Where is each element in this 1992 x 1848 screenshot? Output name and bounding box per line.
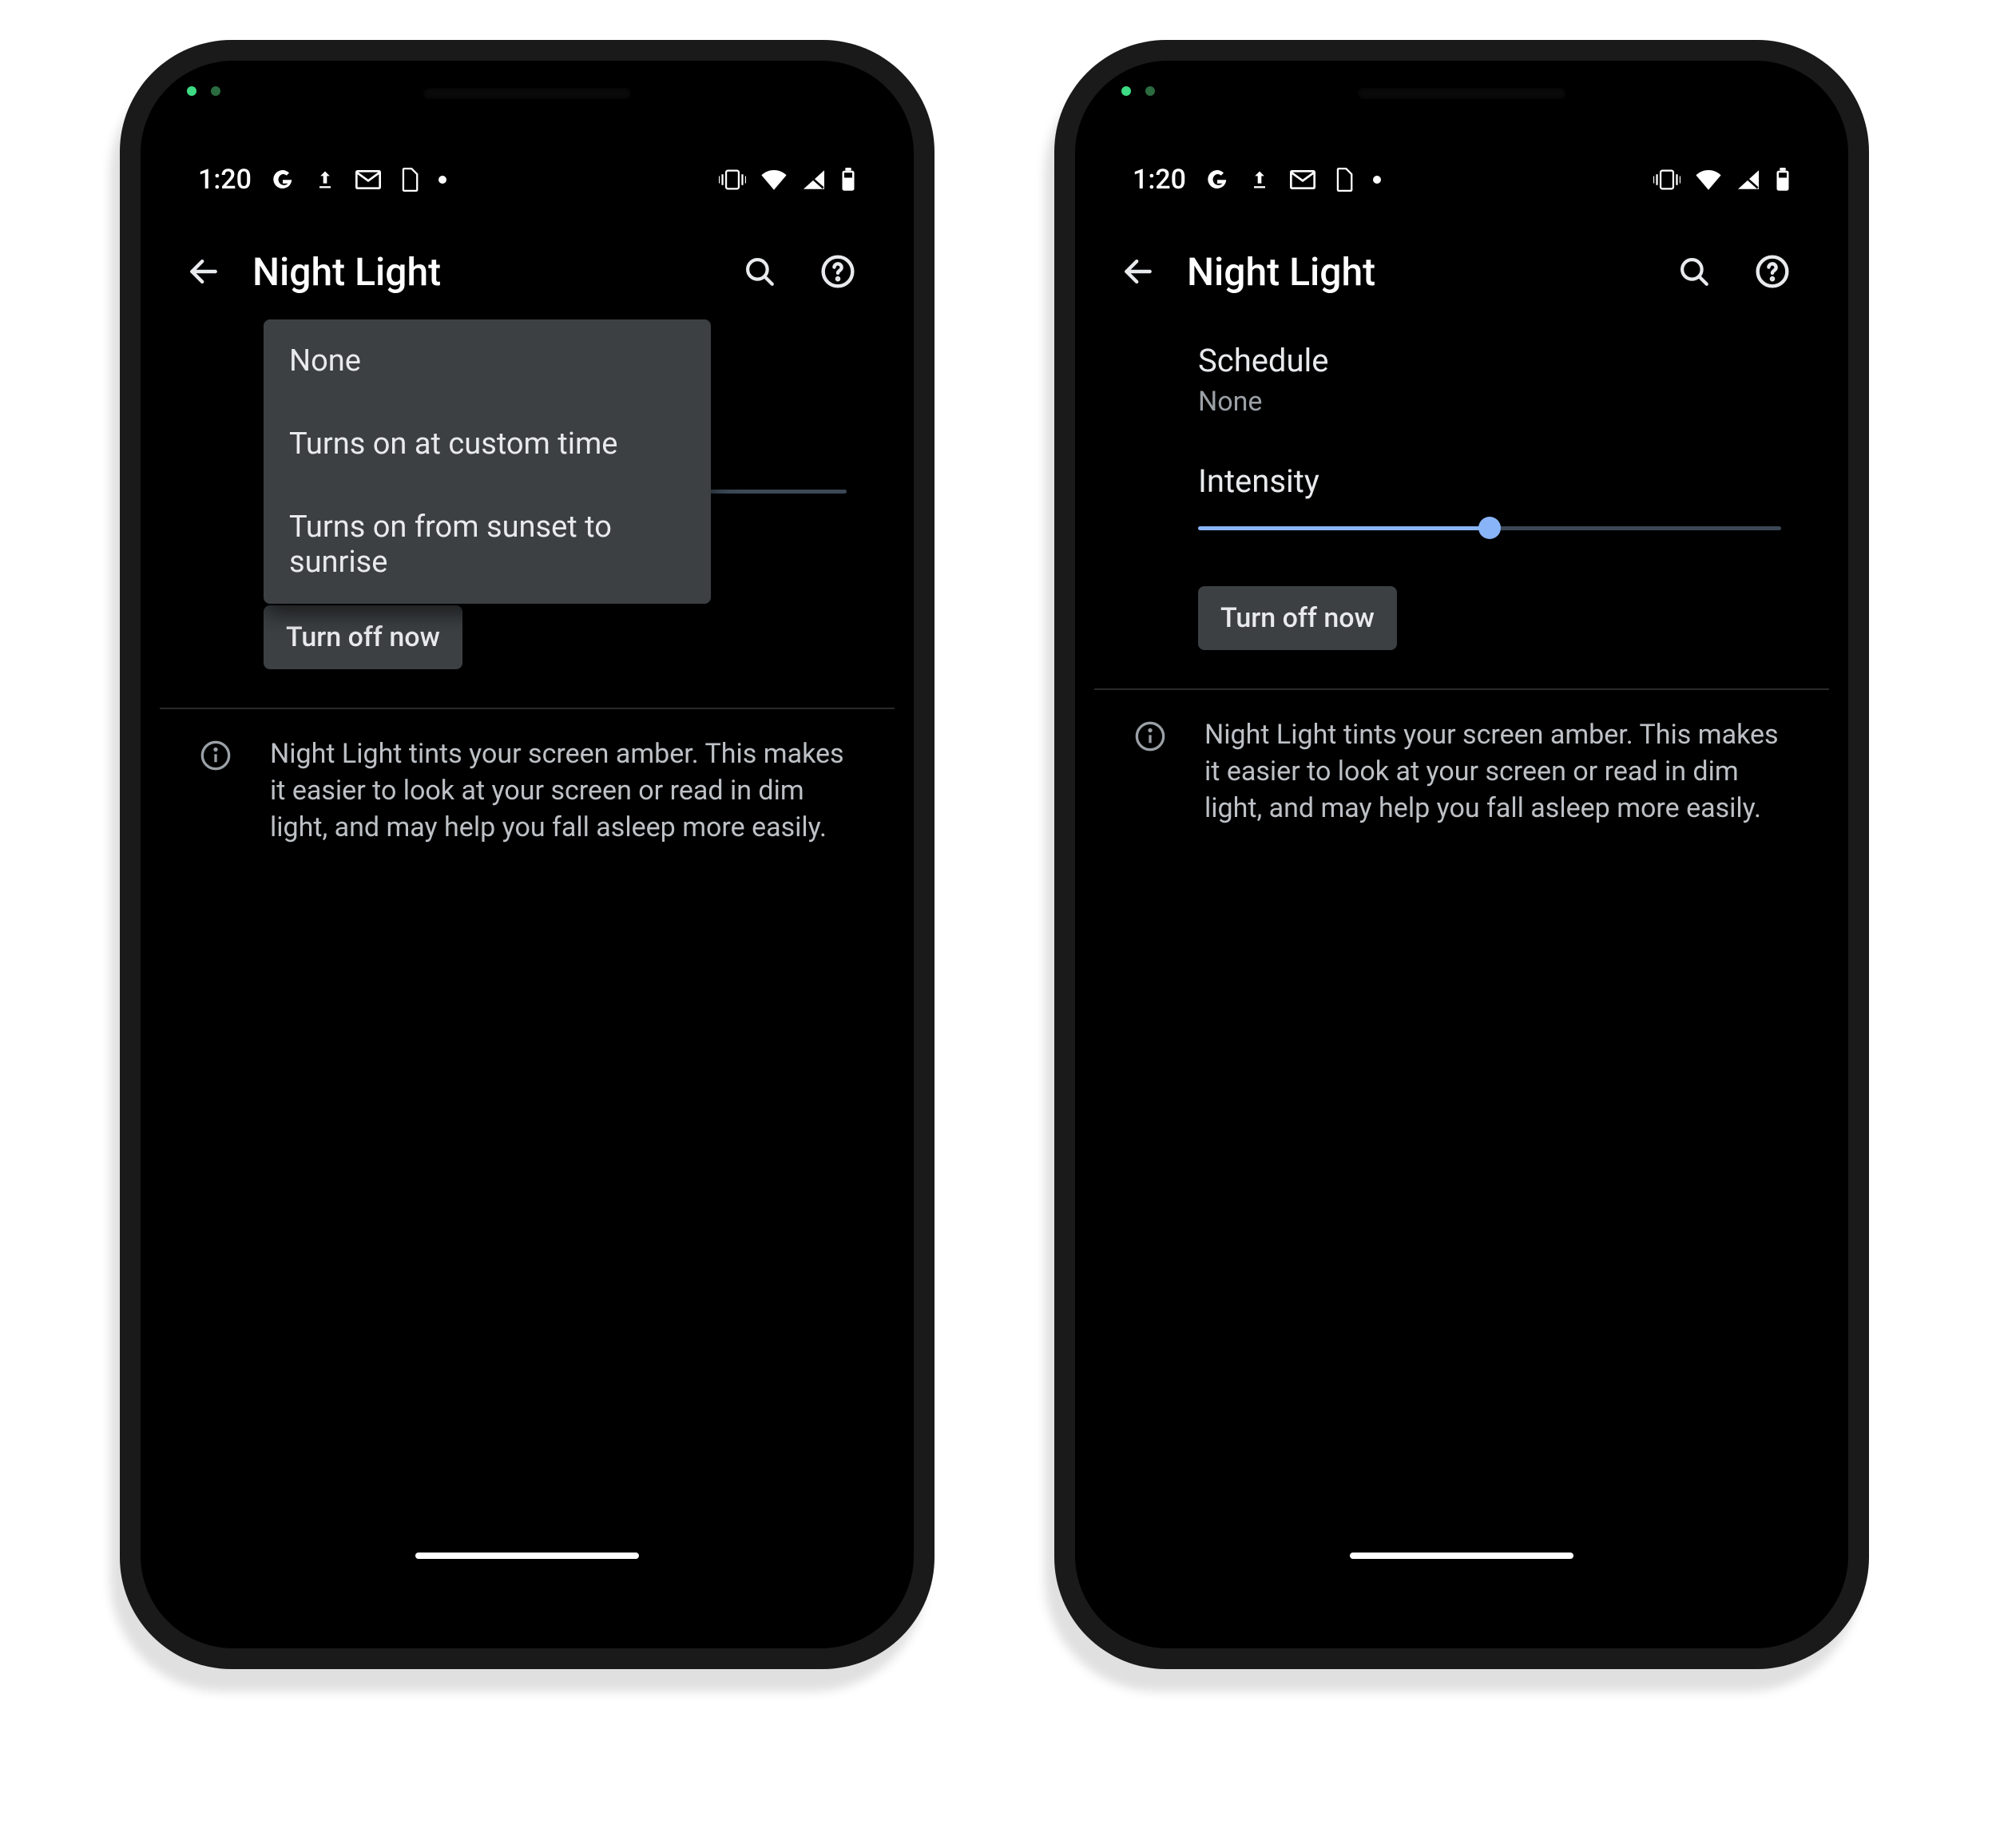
wifi-icon xyxy=(1695,169,1722,190)
led-dim xyxy=(211,86,220,96)
menu-option-custom[interactable]: Turns on at custom time xyxy=(264,403,711,486)
phone-mock-right: 1:20 xyxy=(1054,40,1869,1669)
intensity-label: Intensity xyxy=(1198,462,1781,500)
signal-icon xyxy=(1736,169,1760,190)
phone-earpiece xyxy=(423,88,631,99)
search-button[interactable] xyxy=(724,236,796,307)
screen: 1:20 xyxy=(160,136,895,1573)
phone-leds xyxy=(1121,86,1155,96)
help-button[interactable] xyxy=(802,236,874,307)
schedule-value: None xyxy=(1198,386,1781,418)
vibrate-icon xyxy=(719,169,746,191)
info-row: Night Light tints your screen amber. Thi… xyxy=(1094,690,1829,855)
page-title: Night Light xyxy=(252,249,441,295)
status-bar: 1:20 xyxy=(160,136,895,224)
wifi-icon xyxy=(760,169,788,190)
app-header: Night Light xyxy=(160,224,895,319)
phone-leds xyxy=(187,86,220,96)
phone-mock-left: 1:20 xyxy=(120,40,934,1669)
nav-pill[interactable] xyxy=(1350,1553,1573,1559)
info-icon xyxy=(184,736,248,771)
battery-icon xyxy=(840,168,856,192)
menu-option-sunset[interactable]: Turns on from sunset to sunrise xyxy=(264,486,711,604)
back-button[interactable] xyxy=(168,236,240,307)
action-row: Turn off now xyxy=(1094,572,1829,682)
status-right xyxy=(1653,168,1791,192)
status-right xyxy=(719,168,856,192)
intensity-slider[interactable] xyxy=(1198,516,1781,540)
back-button[interactable] xyxy=(1102,236,1174,307)
turn-off-button[interactable]: Turn off now xyxy=(1198,586,1397,650)
schedule-label: Schedule xyxy=(1198,342,1781,379)
phone-earpiece xyxy=(1358,88,1565,99)
schedule-menu: None Turns on at custom time Turns on fr… xyxy=(264,319,711,604)
content-area: None Turns on at custom time Turns on fr… xyxy=(160,319,895,1573)
slider-thumb[interactable] xyxy=(1478,517,1501,539)
upload-icon xyxy=(314,168,336,192)
phone-frame: 1:20 xyxy=(1054,40,1869,1669)
dot-icon xyxy=(438,176,446,184)
led-dim xyxy=(1145,86,1155,96)
intensity-slider-wrap xyxy=(1094,508,1829,572)
nav-pill[interactable] xyxy=(415,1553,639,1559)
phone-frame: 1:20 xyxy=(120,40,934,1669)
screen: 1:20 xyxy=(1094,136,1829,1573)
upload-icon xyxy=(1248,168,1271,192)
help-button[interactable] xyxy=(1736,236,1808,307)
content-area: Schedule None Intensity Turn off now xyxy=(1094,319,1829,1573)
sim-icon xyxy=(1335,168,1354,192)
search-button[interactable] xyxy=(1658,236,1730,307)
gmail-icon xyxy=(355,169,381,190)
vibrate-icon xyxy=(1653,169,1681,191)
led-green xyxy=(1121,86,1131,96)
app-header: Night Light xyxy=(1094,224,1829,319)
info-text: Night Light tints your screen amber. Thi… xyxy=(270,736,847,847)
led-green xyxy=(187,86,196,96)
schedule-setting[interactable]: Schedule None xyxy=(1094,319,1829,440)
menu-option-none[interactable]: None xyxy=(264,319,711,403)
page-title: Night Light xyxy=(1187,249,1375,295)
sim-icon xyxy=(400,168,419,192)
dot-icon xyxy=(1373,176,1381,184)
battery-icon xyxy=(1775,168,1791,192)
google-icon xyxy=(1205,168,1229,192)
intensity-setting: Intensity xyxy=(1094,440,1829,508)
info-text: Night Light tints your screen amber. Thi… xyxy=(1204,717,1781,827)
gmail-icon xyxy=(1290,169,1315,190)
status-left: 1:20 xyxy=(1133,164,1381,196)
status-time: 1:20 xyxy=(198,164,252,196)
slider-fill xyxy=(1198,526,1490,530)
signal-icon xyxy=(802,169,826,190)
status-bar: 1:20 xyxy=(1094,136,1829,224)
info-row: Night Light tints your screen amber. Thi… xyxy=(160,709,895,874)
action-row: Turn off now xyxy=(160,591,895,701)
status-left: 1:20 xyxy=(198,164,446,196)
turn-off-button[interactable]: Turn off now xyxy=(264,605,462,669)
info-icon xyxy=(1118,717,1182,752)
google-icon xyxy=(271,168,295,192)
status-time: 1:20 xyxy=(1133,164,1186,196)
